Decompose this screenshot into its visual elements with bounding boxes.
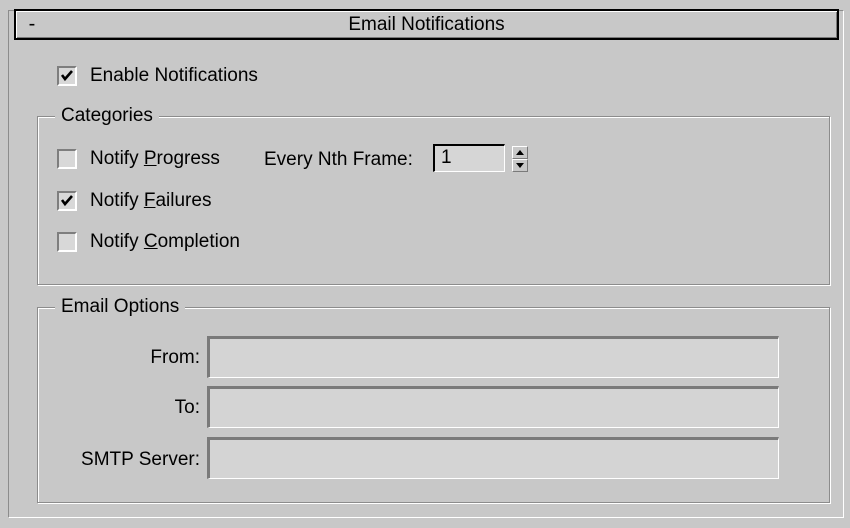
checkbox-box [57, 232, 77, 252]
notify-completion-checkbox[interactable]: Notify Completion [57, 231, 240, 253]
every-nth-frame-input[interactable]: 1 [433, 144, 505, 172]
spinner-down-icon[interactable] [512, 159, 528, 172]
spinner-up-icon[interactable] [512, 146, 528, 159]
smtp-server-field[interactable] [207, 437, 779, 479]
notify-progress-label: Notify Progress [90, 148, 220, 169]
notify-progress-checkbox[interactable]: Notify Progress [57, 148, 220, 170]
rollout-title: Email Notifications [348, 14, 505, 35]
enable-notifications-label: Enable Notifications [90, 65, 258, 86]
checkmark-icon [57, 191, 77, 211]
to-label: To: [174, 397, 200, 418]
checkbox-box [57, 149, 77, 169]
categories-legend: Categories [55, 105, 159, 127]
from-label: From: [150, 347, 200, 368]
rollout-title-bar[interactable]: - Email Notifications [14, 9, 839, 40]
enable-notifications-checkbox[interactable]: Enable Notifications [57, 65, 258, 87]
every-nth-frame-spinner[interactable] [512, 146, 528, 172]
checkmark-icon [57, 66, 77, 86]
to-field[interactable] [207, 386, 779, 428]
every-nth-frame-label: Every Nth Frame: [264, 149, 413, 170]
notify-completion-label: Notify Completion [90, 231, 240, 252]
from-field[interactable] [207, 336, 779, 378]
smtp-server-label: SMTP Server: [81, 449, 200, 470]
email-options-legend: Email Options [55, 296, 186, 318]
notify-failures-label: Notify Failures [90, 190, 212, 211]
notify-failures-checkbox[interactable]: Notify Failures [57, 190, 211, 212]
